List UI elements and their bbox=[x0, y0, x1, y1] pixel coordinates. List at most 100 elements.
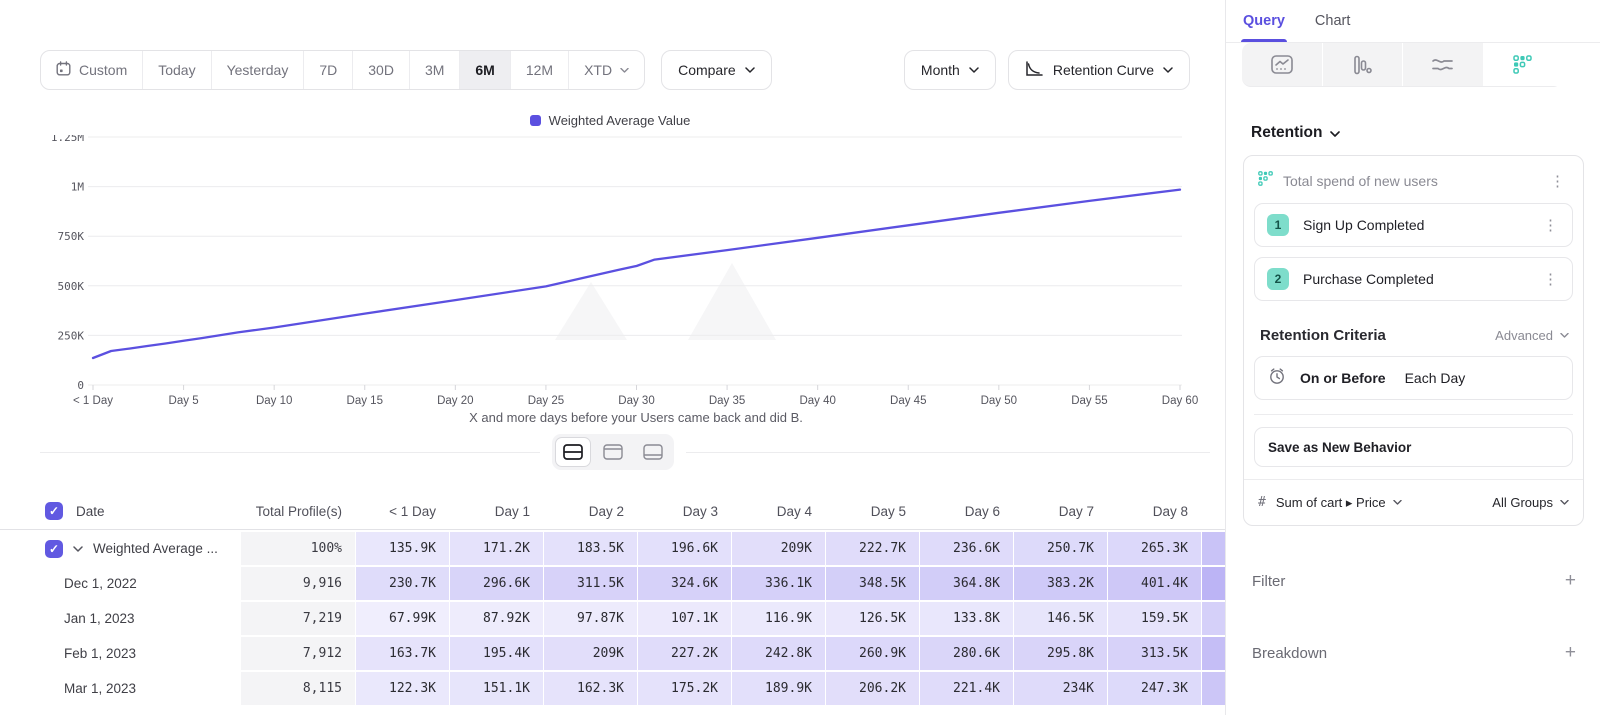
criteria-mode-dropdown[interactable]: Advanced bbox=[1495, 328, 1569, 343]
retention-value-cell[interactable]: 227.2K bbox=[637, 637, 731, 670]
retention-value-cell[interactable]: 206.2K bbox=[825, 672, 919, 705]
chevron-down-icon bbox=[745, 67, 755, 73]
retention-line-chart[interactable]: 0250K500K750K1M1.25M< 1 DayDay 5Day 10Da… bbox=[40, 135, 1225, 410]
layout-top-icon[interactable] bbox=[595, 437, 631, 467]
retention-value-cell[interactable]: 221.4K bbox=[919, 672, 1013, 705]
retention-value-cell[interactable]: 311.5K bbox=[543, 567, 637, 600]
range-12m[interactable]: 12M bbox=[511, 51, 569, 89]
row-expander-chevron-icon[interactable] bbox=[73, 546, 83, 552]
layout-toggle bbox=[552, 434, 674, 470]
row-checkbox[interactable]: ✓ bbox=[45, 540, 63, 558]
retention-value-cell[interactable]: 336.1K bbox=[731, 567, 825, 600]
retention-value-cell[interactable]: 383.2K bbox=[1013, 567, 1107, 600]
retention-value-cell[interactable]: 67.99K bbox=[355, 602, 449, 635]
flows-icon[interactable] bbox=[1402, 43, 1483, 86]
save-as-new-behavior-button[interactable]: Save as New Behavior bbox=[1254, 427, 1573, 467]
compare-button[interactable]: Compare bbox=[661, 50, 772, 90]
total-profiles-cell: 7,912 bbox=[240, 637, 355, 670]
retention-value-cell[interactable]: 151.1K bbox=[449, 672, 543, 705]
retention-value-cell[interactable]: 401.4K bbox=[1107, 567, 1201, 600]
retention-value-cell[interactable]: 116.9K bbox=[731, 602, 825, 635]
all-groups-dropdown[interactable]: All Groups bbox=[1492, 495, 1569, 510]
range-custom[interactable]: Custom bbox=[41, 51, 143, 89]
retention-value-cell[interactable]: 313.5K bbox=[1107, 637, 1201, 670]
add-filter-button[interactable]: + bbox=[1565, 570, 1576, 592]
retention-value-cell[interactable]: 171.2K bbox=[449, 532, 543, 565]
criteria-mode-label: Advanced bbox=[1495, 328, 1553, 343]
granularity-button[interactable]: Month bbox=[904, 50, 996, 90]
retention-section-header[interactable]: Retention bbox=[1251, 124, 1600, 142]
retention-value-cell[interactable]: 87.92K bbox=[449, 602, 543, 635]
header-col: Day 4 bbox=[731, 504, 825, 519]
retention-value-cell[interactable]: 195.4K bbox=[449, 637, 543, 670]
retention-value-cell[interactable]: 159.5K bbox=[1107, 602, 1201, 635]
funnels-icon[interactable] bbox=[1322, 43, 1403, 86]
retention-value-cell[interactable]: 295.8K bbox=[1013, 637, 1107, 670]
range-30d[interactable]: 30D bbox=[353, 51, 410, 89]
range-xtd[interactable]: XTD bbox=[569, 51, 644, 89]
retention-value-cell[interactable]: 209K bbox=[731, 532, 825, 565]
layout-split-icon[interactable] bbox=[555, 437, 591, 467]
retention-value-cell[interactable]: 236.6K bbox=[919, 532, 1013, 565]
select-all-checkbox[interactable]: ✓ bbox=[45, 502, 63, 520]
behavior-card: Total spend of new users ⋮ 1Sign Up Comp… bbox=[1243, 155, 1584, 526]
layout-bottom-icon[interactable] bbox=[635, 437, 671, 467]
retention-value-cell[interactable]: 196.6K bbox=[637, 532, 731, 565]
kebab-icon[interactable]: ⋮ bbox=[1539, 270, 1562, 289]
retention-value-cell[interactable]: 280.6K bbox=[919, 637, 1013, 670]
retention-timing-row[interactable]: On or Before Each Day bbox=[1254, 356, 1573, 400]
retention-value-cell[interactable]: 163.7K bbox=[355, 637, 449, 670]
range-yesterday[interactable]: Yesterday bbox=[212, 51, 305, 89]
timing-mode-label: On or Before bbox=[1300, 370, 1386, 386]
behavior-step-row[interactable]: 2Purchase Completed⋮ bbox=[1254, 257, 1573, 301]
retention-value-cell[interactable]: 230.7K bbox=[355, 567, 449, 600]
row-label: Jan 1, 2023 bbox=[64, 611, 135, 626]
header-col: Day 3 bbox=[637, 504, 731, 519]
retention-value-cell[interactable]: 146.5K bbox=[1013, 602, 1107, 635]
behavior-card-header: Total spend of new users ⋮ bbox=[1244, 156, 1583, 203]
retention-value-cell[interactable]: 122.3K bbox=[355, 672, 449, 705]
kebab-icon[interactable]: ⋮ bbox=[1539, 216, 1562, 235]
behavior-step-row[interactable]: 1Sign Up Completed⋮ bbox=[1254, 203, 1573, 247]
retention-value-cell[interactable]: 175.2K bbox=[637, 672, 731, 705]
kebab-icon[interactable]: ⋮ bbox=[1546, 172, 1569, 191]
header-col: Day 2 bbox=[543, 504, 637, 519]
insights-icon[interactable] bbox=[1242, 43, 1322, 86]
range-6m[interactable]: 6M bbox=[460, 51, 510, 89]
retention-value-cell[interactable]: 250.7K bbox=[1013, 532, 1107, 565]
retention-value-cell[interactable]: 265.3K bbox=[1107, 532, 1201, 565]
retention-value-cell[interactable]: 222.7K bbox=[825, 532, 919, 565]
retention-icon[interactable] bbox=[1483, 43, 1563, 86]
retention-value-cell[interactable]: 126.5K bbox=[825, 602, 919, 635]
retention-value-cell[interactable]: 296.6K bbox=[449, 567, 543, 600]
retention-value-cell[interactable]: 162.3K bbox=[543, 672, 637, 705]
tab-chart[interactable]: Chart bbox=[1315, 0, 1350, 42]
range-7d[interactable]: 7D bbox=[304, 51, 353, 89]
measure-property-dropdown[interactable]: Sum of cart ▸ Price bbox=[1276, 495, 1402, 511]
card-divider bbox=[1254, 414, 1573, 415]
retention-value-cell[interactable]: 364.8K bbox=[919, 567, 1013, 600]
retention-value-cell[interactable]: 247.3K bbox=[1107, 672, 1201, 705]
chevron-down-icon bbox=[1330, 131, 1339, 136]
weighted-average-line[interactable] bbox=[93, 190, 1180, 358]
range-today[interactable]: Today bbox=[143, 51, 211, 89]
retention-value-cell[interactable]: 97.87K bbox=[543, 602, 637, 635]
retention-table: ✓DateTotal Profile(s)< 1 DayDay 1Day 2Da… bbox=[0, 493, 1225, 705]
tab-query[interactable]: Query bbox=[1243, 0, 1285, 42]
retention-value-cell[interactable]: 209K bbox=[543, 637, 637, 670]
retention-value-cell[interactable]: 324.6K bbox=[637, 567, 731, 600]
retention-value-cell[interactable]: 189.9K bbox=[731, 672, 825, 705]
header-col: Day 1 bbox=[449, 504, 543, 519]
retention-value-cell[interactable]: 260.9K bbox=[825, 637, 919, 670]
retention-value-cell[interactable]: 133.8K bbox=[919, 602, 1013, 635]
retention-value-cell[interactable]: 242.8K bbox=[731, 637, 825, 670]
retention-value-cell[interactable]: 183.5K bbox=[543, 532, 637, 565]
range-3m[interactable]: 3M bbox=[410, 51, 460, 89]
chart-legend[interactable]: Weighted Average Value bbox=[40, 113, 1180, 128]
retention-value-cell[interactable]: 135.9K bbox=[355, 532, 449, 565]
chart-type-button[interactable]: Retention Curve bbox=[1008, 50, 1190, 90]
retention-value-cell[interactable]: 348.5K bbox=[825, 567, 919, 600]
retention-value-cell[interactable]: 107.1K bbox=[637, 602, 731, 635]
add-breakdown-button[interactable]: + bbox=[1565, 642, 1576, 664]
retention-value-cell[interactable]: 234K bbox=[1013, 672, 1107, 705]
